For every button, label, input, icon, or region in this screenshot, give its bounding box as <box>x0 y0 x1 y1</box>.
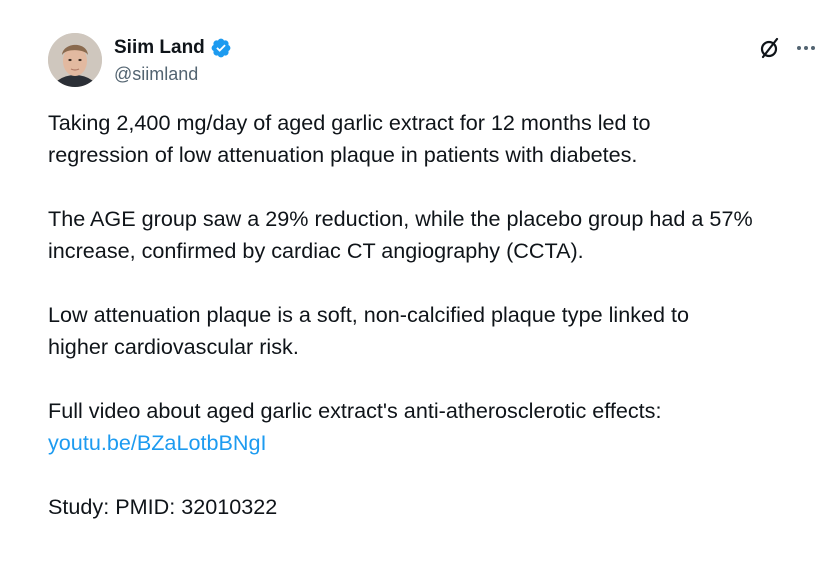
tweet-paragraph: The AGE group saw a 29% reduction, while… <box>48 203 818 267</box>
tweet-paragraph: Full video about aged garlic extract's a… <box>48 395 818 459</box>
more-options-button[interactable] <box>792 34 820 62</box>
tweet-text: Taking 2,400 mg/day of aged garlic extra… <box>48 107 818 523</box>
more-dots-icon <box>797 46 815 50</box>
tweet-card: Siim Land @siimland Taking 2,400 mg/day … <box>0 0 830 570</box>
tweet-paragraph: Low attenuation plaque is a soft, non-ca… <box>48 299 818 363</box>
tweet-line: Low attenuation plaque is a soft, non-ca… <box>48 302 690 327</box>
verified-badge-icon[interactable] <box>210 37 232 59</box>
grok-button[interactable] <box>756 34 784 62</box>
tweet-header: Siim Land @siimland <box>48 33 830 89</box>
tweet-line: higher cardiovascular risk. <box>48 334 299 359</box>
tweet-paragraph: Study: PMID: 32010322 <box>48 491 818 523</box>
tweet-line: regression of low attenuation plaque in … <box>48 142 638 167</box>
author-display-name[interactable]: Siim Land <box>114 37 205 59</box>
avatar[interactable] <box>48 33 102 87</box>
grok-slash-icon <box>760 37 779 59</box>
tweet-line: Full video about aged garlic extract's a… <box>48 398 662 423</box>
author-handle[interactable]: @siimland <box>114 64 232 85</box>
study-citation: Study: PMID: 32010322 <box>48 494 278 519</box>
avatar-photo <box>48 33 102 87</box>
tweet-line: The AGE group saw a 29% reduction, while… <box>48 206 753 231</box>
tweet-line: Taking 2,400 mg/day of aged garlic extra… <box>48 110 651 135</box>
tweet-paragraph: Taking 2,400 mg/day of aged garlic extra… <box>48 107 818 171</box>
author-names: Siim Land @siimland <box>114 36 232 85</box>
video-link[interactable]: youtu.be/BZaLotbBNgI <box>48 427 818 459</box>
tweet-line: increase, confirmed by cardiac CT angiog… <box>48 238 584 263</box>
